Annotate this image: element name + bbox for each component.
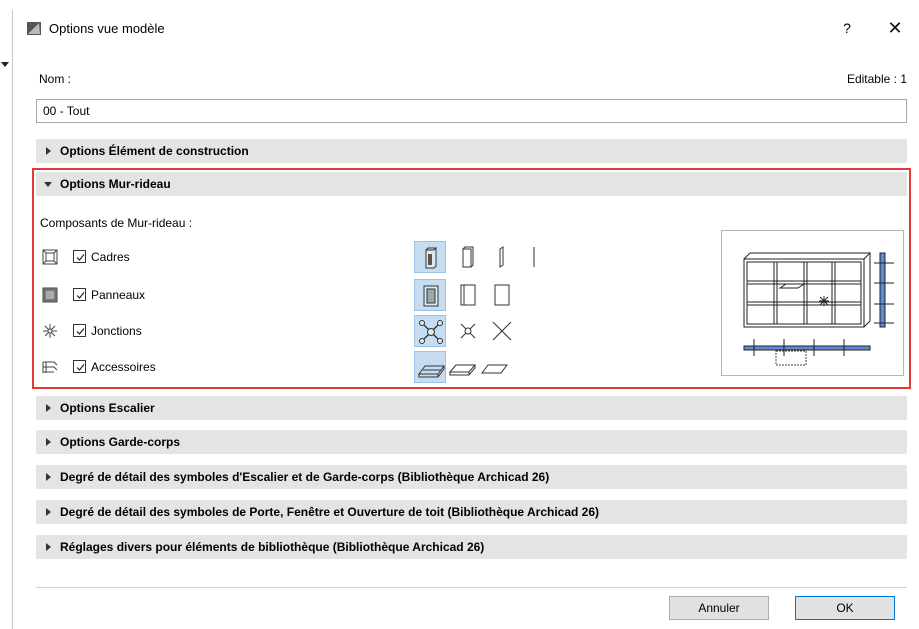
options-dialog: Options vue modèle ? ✕ Nom : Editable : … <box>1 10 919 629</box>
frame-line-icon[interactable] <box>518 241 550 273</box>
junctions-label: Jonctions <box>91 324 142 338</box>
title-bar: Options vue modèle ? ✕ <box>13 10 919 46</box>
component-row-panels: Panneaux <box>38 284 198 306</box>
frame-icon <box>42 249 58 265</box>
curtain-wall-preview <box>721 230 904 376</box>
help-button[interactable]: ? <box>837 18 857 38</box>
panels-label: Panneaux <box>91 288 146 302</box>
name-field[interactable]: 00 - Tout <box>36 99 907 123</box>
section-label: Degré de détail des symboles d'Escalier … <box>60 470 550 484</box>
frame-full-icon[interactable] <box>414 241 446 273</box>
panels-checkbox[interactable] <box>73 288 86 301</box>
accessories-checkbox[interactable] <box>73 360 86 373</box>
collapse-arrow-icon[interactable] <box>1 62 9 67</box>
section-label: Degré de détail des symboles de Porte, F… <box>60 505 600 519</box>
junction-full-icon[interactable] <box>414 315 446 347</box>
panel-icon <box>42 287 58 303</box>
junctions-checkbox[interactable] <box>73 324 86 337</box>
junctions-options <box>414 315 534 347</box>
panel-simple-icon[interactable] <box>486 279 518 311</box>
section-stair-railing-detail[interactable]: Degré de détail des symboles d'Escalier … <box>36 465 907 489</box>
section-curtain-wall[interactable]: Options Mur-rideau <box>36 172 907 196</box>
junction-cross-icon[interactable] <box>486 315 518 347</box>
expand-triangle-icon <box>46 543 51 551</box>
section-label: Options Mur-rideau <box>60 177 171 191</box>
components-label: Composants de Mur-rideau : <box>40 216 193 230</box>
expand-triangle-icon <box>46 438 51 446</box>
component-row-frames: Cadres <box>38 246 198 268</box>
accessory-icon <box>42 361 58 373</box>
panel-outline-icon[interactable] <box>452 279 484 311</box>
curtain-wall-panel: Options Mur-rideau Composants de Mur-rid… <box>32 168 911 389</box>
expand-triangle-icon <box>46 473 51 481</box>
component-row-accessories: Accessoires <box>38 356 198 378</box>
cancel-button[interactable]: Annuler <box>669 596 769 620</box>
component-row-junctions: Jonctions <box>38 320 198 342</box>
collapse-triangle-icon <box>44 182 52 187</box>
expand-triangle-icon <box>46 508 51 516</box>
expand-triangle-icon <box>46 147 51 155</box>
accessory-outline-icon[interactable] <box>478 351 510 383</box>
junction-icon <box>43 324 57 338</box>
curtain-wall-preview-drawing <box>743 252 894 366</box>
app-logo-icon <box>27 22 41 35</box>
section-railing[interactable]: Options Garde-corps <box>36 430 907 454</box>
accessories-options <box>414 351 534 383</box>
expand-triangle-icon <box>46 404 51 412</box>
section-label: Options Élément de construction <box>60 144 249 158</box>
footer-divider <box>36 587 907 588</box>
name-label: Nom : <box>39 72 72 86</box>
section-door-window-detail[interactable]: Degré de détail des symboles de Porte, F… <box>36 500 907 524</box>
section-label: Réglages divers pour éléments de bibliot… <box>60 540 485 554</box>
frames-checkbox[interactable] <box>73 250 86 263</box>
window-title: Options vue modèle <box>49 21 165 36</box>
editable-count: Editable : 1 <box>846 72 907 86</box>
accessory-simple-icon[interactable] <box>446 351 478 383</box>
panel-full-icon[interactable] <box>414 279 446 311</box>
section-label: Options Garde-corps <box>60 435 181 449</box>
close-button[interactable]: ✕ <box>883 16 907 40</box>
junction-simple-icon[interactable] <box>452 315 484 347</box>
frame-thin-icon[interactable] <box>486 241 518 273</box>
panels-options <box>414 279 534 311</box>
section-building-elements[interactable]: Options Élément de construction <box>36 139 907 163</box>
ok-button[interactable]: OK <box>795 596 895 620</box>
frames-label: Cadres <box>91 250 130 264</box>
frames-options <box>414 241 564 273</box>
section-misc-library[interactable]: Réglages divers pour éléments de bibliot… <box>36 535 907 559</box>
section-stair[interactable]: Options Escalier <box>36 396 907 420</box>
accessory-full-icon[interactable] <box>414 351 446 383</box>
section-label: Options Escalier <box>60 401 155 415</box>
accessories-label: Accessoires <box>91 360 156 374</box>
frame-profile-icon[interactable] <box>452 241 484 273</box>
